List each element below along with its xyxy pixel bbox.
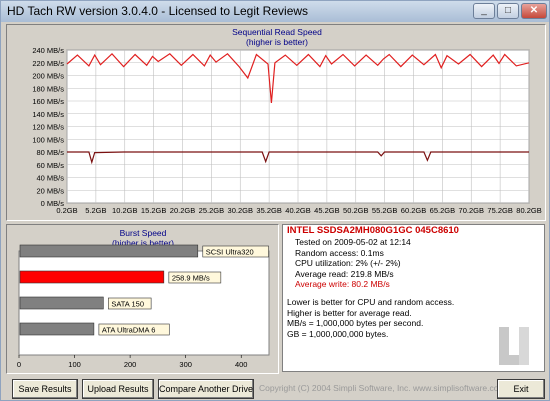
read-x-ticks: 0.2GB 5.2GB 10.2GB 15.2GB 20.2GB 25.2GB 30.2GB… <box>56 206 541 215</box>
note-lower: Lower is better for CPU and random acces… <box>287 297 455 307</box>
read-chart-title: Sequential Read Speed <box>232 27 322 37</box>
save-results-button[interactable]: Save Results <box>12 379 78 399</box>
read-y-tick-label: 100 MB/s <box>32 135 64 144</box>
read-y-tick-label: 180 MB/s <box>32 84 64 93</box>
read-y-tick-label: 120 MB/s <box>32 123 64 132</box>
read-x-tick-label: 45.2GB <box>314 206 339 215</box>
read-x-tick-label: 80.2GB <box>516 206 541 215</box>
read-x-tick-label: 25.2GB <box>199 206 224 215</box>
upload-results-button[interactable]: Upload Results <box>82 379 154 399</box>
burst-bar <box>19 296 104 310</box>
read-x-tick-label: 50.2GB <box>343 206 368 215</box>
read-x-tick-label: 65.2GB <box>430 206 455 215</box>
copyright-text: Copyright (C) 2004 Simpli Software, Inc.… <box>259 383 506 393</box>
read-x-tick-label: 5.2GB <box>85 206 106 215</box>
app-window: HD Tach RW version 3.0.4.0 - Licensed to… <box>0 0 550 401</box>
read-x-tick-label: 0.2GB <box>56 206 77 215</box>
read-y-ticks: 240 MB/s 220 MB/s 200 MB/s 180 MB/s 160 MB/s… <box>32 46 64 208</box>
burst-bar-label: 258.9 MB/s <box>172 274 210 283</box>
read-y-tick-label: 220 MB/s <box>32 59 64 68</box>
maximize-icon[interactable]: □ <box>497 3 519 19</box>
burst-x-tick-label: 100 <box>68 360 81 369</box>
window-title: HD Tach RW version 3.0.4.0 - Licensed to… <box>7 4 309 18</box>
burst-x-tick-label: 200 <box>124 360 137 369</box>
note-mbs: MB/s = 1,000,000 bytes per second. <box>287 318 424 328</box>
read-y-tick-label: 140 MB/s <box>32 110 64 119</box>
read-x-tick-label: 30.2GB <box>228 206 253 215</box>
burst-x-tick-label: 300 <box>179 360 192 369</box>
note-gb: GB = 1,000,000,000 bytes. <box>287 328 389 339</box>
read-x-tick-label: 75.2GB <box>487 206 512 215</box>
minimize-icon[interactable]: _ <box>473 3 495 19</box>
read-x-tick-label: 15.2GB <box>141 206 166 215</box>
read-x-tick-label: 10.2GB <box>112 206 137 215</box>
average-write: Average write: 80.2 MB/s <box>295 279 390 289</box>
title-bar: HD Tach RW version 3.0.4.0 - Licensed to… <box>1 1 549 22</box>
read-y-tick-label: 160 MB/s <box>32 97 64 106</box>
burst-bar <box>19 270 165 284</box>
exit-button[interactable]: Exit <box>497 379 545 399</box>
tested-on: Tested on 2009-05-02 at 12:14 <box>295 237 411 247</box>
read-y-tick-label: 200 MB/s <box>32 72 64 81</box>
average-read: Average read: 219.8 MB/s <box>295 268 394 279</box>
read-x-tick-label: 40.2GB <box>285 206 310 215</box>
read-x-tick-label: 55.2GB <box>372 206 397 215</box>
read-x-tick-label: 20.2GB <box>170 206 195 215</box>
drive-model: INTEL SSDSA2MH080G1GC 045C8610 <box>287 225 459 236</box>
read-x-tick-label: 60.2GB <box>401 206 426 215</box>
read-y-tick-label: 60 MB/s <box>36 161 64 170</box>
read-x-tick-label: 70.2GB <box>459 206 484 215</box>
random-access: Random access: 0.1ms <box>295 247 384 258</box>
note-higher: Higher is better for average read. <box>287 307 412 318</box>
read-y-tick-label: 80 MB/s <box>36 148 64 157</box>
read-y-tick-label: 40 MB/s <box>36 174 64 183</box>
burst-bar <box>19 244 199 258</box>
burst-x-tick-label: 0 <box>17 360 21 369</box>
burst-bar-label: ATA UltraDMA 6 <box>102 326 156 335</box>
cpu-utilization: CPU utilization: 2% (+/- 2%) <box>295 258 401 268</box>
burst-bar <box>19 322 95 336</box>
close-icon[interactable]: ✕ <box>521 3 547 19</box>
burst-chart-title: Burst Speed <box>120 228 167 238</box>
burst-bar-label: SATA 150 <box>111 300 144 309</box>
burst-x-tick-label: 400 <box>235 360 248 369</box>
read-chart-subtitle: (higher is better) <box>246 37 308 47</box>
burst-speed-chart: Burst Speed (higher is better) SCSI Ultr… <box>17 228 270 369</box>
read-x-tick-label: 35.2GB <box>256 206 281 215</box>
read-y-tick-label: 20 MB/s <box>36 186 64 195</box>
read-y-tick-label: 240 MB/s <box>32 46 64 55</box>
compare-another-drive-button[interactable]: Compare Another Drive <box>158 379 254 399</box>
burst-x-ticks: 0 100 200 300 400 <box>17 355 248 369</box>
legit-reviews-logo-icon <box>499 327 529 365</box>
burst-bar-label: SCSI Ultra320 <box>206 248 254 257</box>
read-speed-chart: Sequential Read Speed (higher is better)… <box>32 27 541 215</box>
